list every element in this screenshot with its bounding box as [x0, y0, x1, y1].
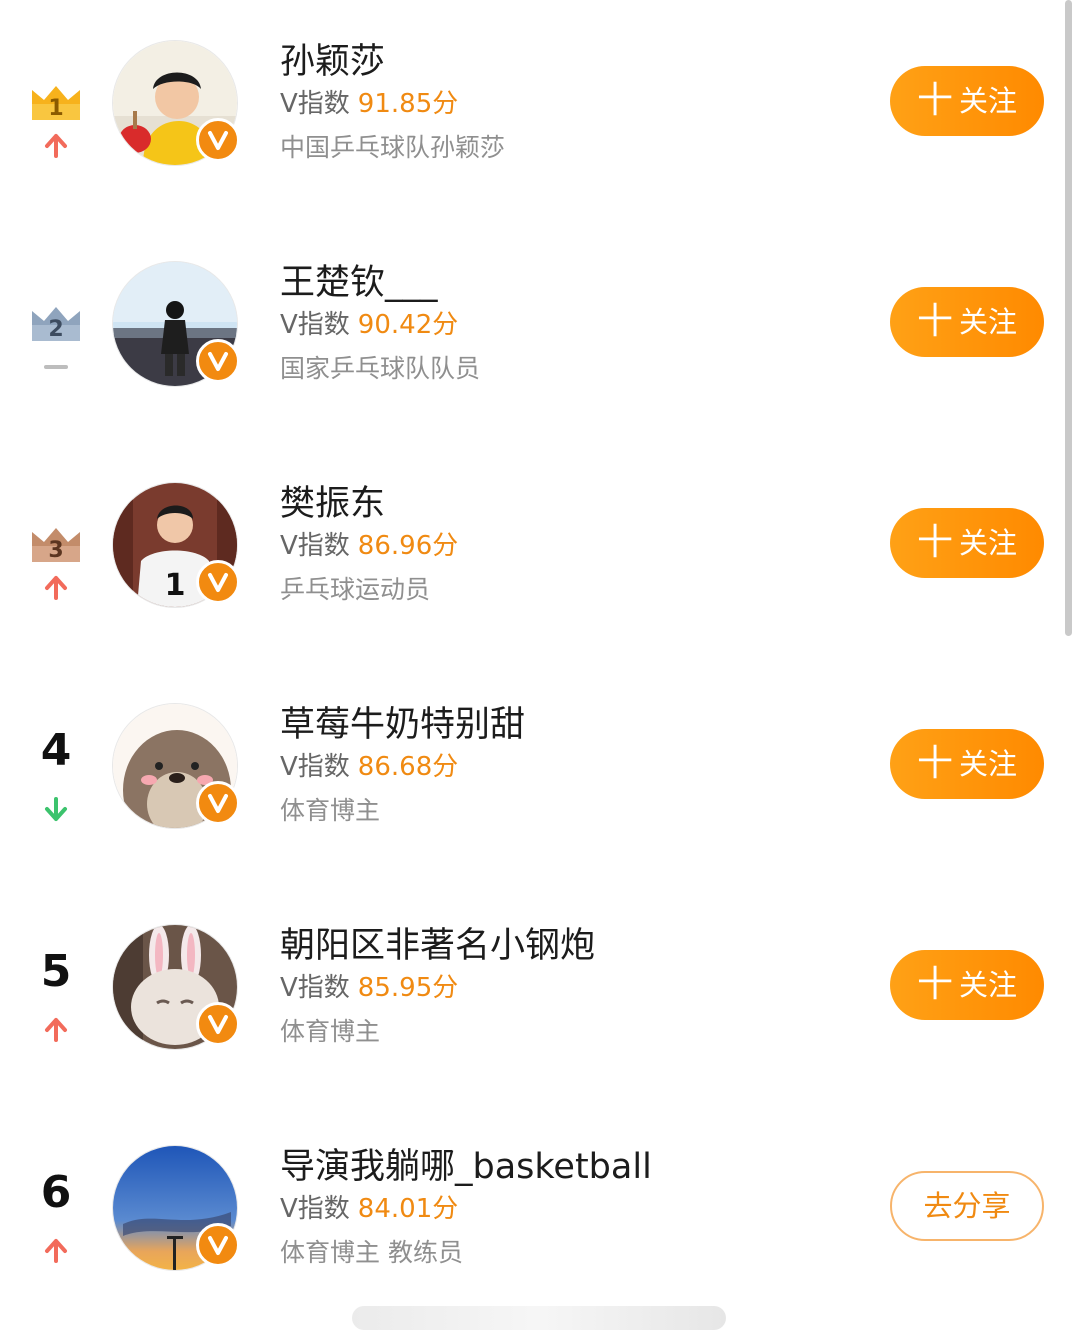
follow-label: 关注: [959, 747, 1018, 781]
v-index-label: V指数: [280, 310, 350, 340]
verified-v-icon: [196, 339, 240, 383]
v-index-score: 84.01分: [357, 1194, 459, 1224]
plus-icon: 十: [916, 522, 953, 563]
avatar[interactable]: [112, 924, 240, 1050]
rank-number: 3: [48, 538, 63, 563]
trend-up-icon: [42, 132, 70, 160]
user-description: 体育博主 教练员: [280, 1238, 463, 1267]
follow-label: 关注: [959, 305, 1018, 339]
list-item[interactable]: 6 导演我躺哪_basketball V指数 84.01分 体育博主 教练员 去…: [0, 1105, 1080, 1326]
leaderboard-list: 1 孙颖莎 V指数 91.85分 中国乒乓球队孙颖莎 十 关注 2 王楚钦___…: [0, 0, 1080, 1344]
list-item[interactable]: 2 王楚钦___ V指数 90.42分 国家乒乓球队队员 十 关注: [0, 221, 1080, 442]
user-description: 中国乒乓球队孙颖莎: [280, 133, 506, 162]
user-name[interactable]: 朝阳区非著名小钢炮: [280, 924, 595, 968]
trend-up-icon: [42, 1016, 70, 1044]
silver-crown-icon: 2: [30, 303, 82, 343]
avatar[interactable]: [112, 1145, 240, 1271]
avatar[interactable]: [112, 703, 240, 829]
user-description: 体育博主: [280, 796, 381, 825]
plus-icon: 十: [916, 301, 953, 342]
plus-icon: 十: [916, 743, 953, 784]
v-index-label: V指数: [280, 89, 350, 119]
v-index-label: V指数: [280, 1194, 350, 1224]
home-indicator[interactable]: [352, 1306, 726, 1330]
gold-crown-icon: 1: [30, 82, 82, 122]
follow-button[interactable]: 十关注: [890, 508, 1044, 578]
follow-label: 关注: [959, 84, 1018, 118]
verified-v-icon: [196, 118, 240, 162]
share-button[interactable]: 去分享: [890, 1171, 1044, 1241]
v-index-score: 86.96分: [357, 531, 459, 561]
list-item[interactable]: 3 1 樊振东 V指数 86.96分 乒乓球运动员 十 关注: [0, 442, 1080, 663]
list-item[interactable]: 1 孙颖莎 V指数 91.85分 中国乒乓球队孙颖莎 十 关注: [0, 0, 1080, 221]
v-index: V指数 85.95分: [280, 970, 458, 1006]
avatar[interactable]: 1: [112, 482, 240, 608]
user-name[interactable]: 王楚钦___: [280, 261, 438, 305]
v-index-score: 91.85分: [357, 89, 459, 119]
user-description: 国家乒乓球队队员: [280, 354, 481, 383]
bronze-crown-icon: 3: [30, 524, 82, 564]
rank-number: 5: [40, 946, 72, 997]
rank-number: 4: [40, 725, 72, 776]
v-index: V指数 90.42分: [280, 307, 458, 343]
verified-v-icon: [196, 781, 240, 825]
rank-number: 1: [48, 96, 63, 121]
follow-label: 关注: [959, 968, 1018, 1002]
trend-up-icon: [42, 1237, 70, 1265]
v-index-label: V指数: [280, 752, 350, 782]
v-index-label: V指数: [280, 531, 350, 561]
user-description: 体育博主: [280, 1017, 381, 1046]
user-name[interactable]: 孙颖莎: [280, 40, 385, 84]
v-index-score: 85.95分: [357, 973, 459, 1003]
follow-button[interactable]: 十关注: [890, 66, 1044, 136]
scrollbar[interactable]: [1065, 0, 1072, 636]
rank-number: 6: [40, 1167, 72, 1218]
trend-same-icon: [42, 353, 70, 381]
trend-up-icon: [42, 574, 70, 602]
v-index-score: 86.68分: [357, 752, 459, 782]
avatar[interactable]: [112, 40, 240, 166]
v-index-label: V指数: [280, 973, 350, 1003]
verified-v-icon: [196, 1002, 240, 1046]
user-name[interactable]: 草莓牛奶特别甜: [280, 703, 525, 747]
plus-icon: 十: [916, 964, 953, 1005]
v-index: V指数 86.96分: [280, 528, 458, 564]
v-index: V指数 86.68分: [280, 749, 458, 785]
avatar[interactable]: [112, 261, 240, 387]
user-name[interactable]: 樊振东: [280, 482, 385, 526]
follow-label: 关注: [959, 526, 1018, 560]
v-index-score: 90.42分: [357, 310, 459, 340]
list-item[interactable]: 5 朝阳区非著名小钢炮 V指数 85.95分 体育博主 十 关注: [0, 884, 1080, 1105]
follow-button[interactable]: 十关注: [890, 729, 1044, 799]
v-index: V指数 84.01分: [280, 1191, 458, 1227]
follow-button[interactable]: 十关注: [890, 950, 1044, 1020]
user-description: 乒乓球运动员: [280, 575, 431, 604]
trend-down-icon: [42, 795, 70, 823]
v-index: V指数 91.85分: [280, 86, 458, 122]
list-item[interactable]: 4 草莓牛奶特别甜 V指数 86.68分 体育博主 十 关注: [0, 663, 1080, 884]
user-name[interactable]: 导演我躺哪_basketball: [280, 1145, 652, 1189]
verified-v-icon: [196, 560, 240, 604]
follow-button[interactable]: 十关注: [890, 287, 1044, 357]
svg-text:1: 1: [165, 568, 186, 603]
rank-number: 2: [48, 317, 63, 342]
plus-icon: 十: [916, 80, 953, 121]
verified-v-icon: [196, 1223, 240, 1267]
